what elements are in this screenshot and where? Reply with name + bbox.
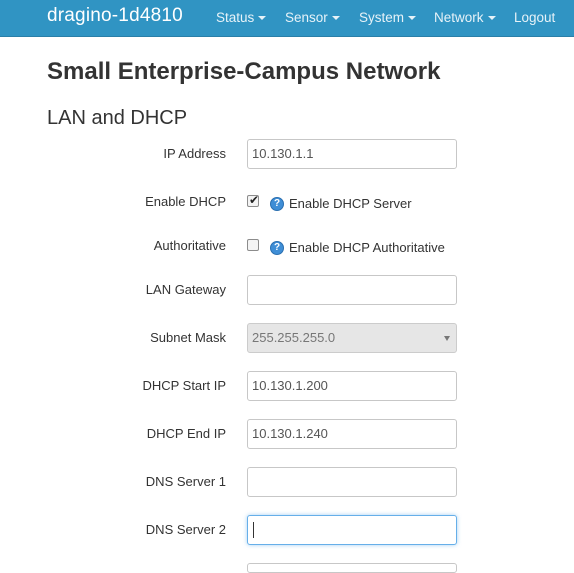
page-title: Small Enterprise-Campus Network (47, 58, 441, 85)
brand-title[interactable]: dragino-1d4810 (47, 5, 183, 27)
next-field-input[interactable] (247, 563, 457, 573)
nav-system[interactable]: System (359, 10, 417, 25)
dhcp-start-ip-label: DHCP Start IP (142, 378, 226, 393)
nav-sensor[interactable]: Sensor (285, 10, 340, 25)
enable-dhcp-label: Enable DHCP (145, 194, 226, 209)
section-title: LAN and DHCP (47, 107, 188, 129)
authoritative-label: Authoritative (153, 238, 226, 253)
nav-status-label: Status (216, 10, 255, 25)
dhcp-end-ip-label: DHCP End IP (146, 426, 226, 441)
subnet-mask-value: 255.255.255.0 (252, 330, 336, 345)
text-cursor (253, 522, 254, 538)
chevron-down-icon (258, 16, 267, 20)
authoritative-checkbox[interactable] (247, 239, 259, 251)
subnet-mask-select[interactable]: 255.255.255.0 (247, 323, 457, 353)
dhcp-start-ip-input[interactable]: 10.130.1.200 (247, 371, 457, 401)
lan-gateway-input[interactable] (247, 275, 457, 305)
top-navbar: dragino-1d4810 Status Sensor System Netw… (0, 0, 574, 37)
enable-dhcp-checkbox[interactable]: ✔ (247, 193, 260, 207)
chevron-down-icon (408, 16, 417, 20)
lan-gateway-label: LAN Gateway (145, 282, 226, 297)
ip-address-label: IP Address (163, 146, 226, 161)
dns-server-2-input[interactable] (247, 515, 457, 545)
dhcp-end-ip-input[interactable]: 10.130.1.240 (247, 419, 457, 449)
authoritative-help: Enable DHCP Authoritative (289, 240, 445, 255)
chevron-down-icon (331, 16, 340, 20)
ip-address-input[interactable]: 10.130.1.1 (247, 139, 457, 169)
nav-network[interactable]: Network (434, 10, 496, 25)
dropdown-arrow-icon (444, 336, 450, 341)
nav-sensor-label: Sensor (285, 10, 328, 25)
nav-system-label: System (359, 10, 405, 25)
enable-dhcp-help: Enable DHCP Server (289, 196, 412, 211)
checkmark-icon: ✔ (249, 193, 260, 207)
chevron-down-icon (487, 16, 496, 20)
nav-logout[interactable]: Logout (514, 10, 555, 25)
dns-server-1-label: DNS Server 1 (145, 474, 226, 489)
question-icon[interactable]: ? (270, 241, 284, 255)
subnet-mask-label: Subnet Mask (150, 330, 226, 345)
nav-status[interactable]: Status (216, 10, 267, 25)
question-icon[interactable]: ? (270, 197, 284, 211)
dns-server-1-input[interactable] (247, 467, 457, 497)
nav-network-label: Network (434, 10, 484, 25)
dns-server-2-label: DNS Server 2 (145, 522, 226, 537)
